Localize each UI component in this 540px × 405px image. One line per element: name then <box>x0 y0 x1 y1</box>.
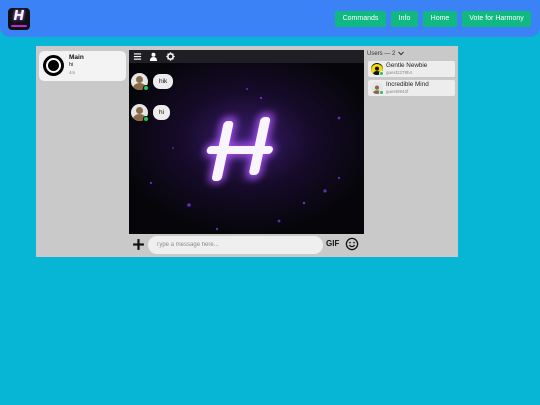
chevron-down-icon <box>398 51 404 56</box>
online-status-dot <box>379 71 384 76</box>
online-status-dot <box>143 116 149 122</box>
users-header-label: Users — 2 <box>367 51 396 58</box>
message-input[interactable] <box>148 236 323 254</box>
online-status-dot <box>379 90 384 95</box>
gear-icon[interactable] <box>166 52 175 61</box>
gif-button[interactable]: GIF <box>326 239 339 248</box>
server-last-message: hi <box>69 62 74 68</box>
chat-area: H hik hi <box>129 63 364 234</box>
user-id: guest0942f <box>386 89 409 94</box>
user-id: guest2279h4 <box>386 70 413 75</box>
emoji-icon[interactable] <box>345 237 359 251</box>
user-card[interactable]: Gentle Newbie guest2279h4 <box>368 61 455 77</box>
user-card[interactable]: Incredible Mind guest0942f <box>368 80 455 96</box>
logo-letter: H <box>13 9 25 24</box>
menu-icon[interactable] <box>133 52 142 61</box>
ring-icon <box>46 58 61 73</box>
main-panel: Main hi 4m hik hi Type a message here...… <box>36 46 458 257</box>
user-name: Gentle Newbie <box>386 62 428 69</box>
users-header[interactable]: Users — 2 <box>367 51 404 57</box>
top-bar: H Commands Info Home Vote for Harmony <box>0 0 540 37</box>
logo-stripe <box>11 25 27 27</box>
chat-toolbar <box>129 50 364 63</box>
user-name: Incredible Mind <box>386 81 429 88</box>
server-name: Main <box>69 54 84 61</box>
message-bubble: hik <box>153 74 174 89</box>
server-item-main[interactable]: Main hi 4m <box>39 51 126 81</box>
users-icon[interactable] <box>149 52 158 61</box>
server-timestamp: 4m <box>69 70 76 75</box>
message-composer: GIF <box>129 234 364 257</box>
info-button[interactable]: Info <box>391 11 418 27</box>
commands-button[interactable]: Commands <box>335 11 386 27</box>
online-status-dot <box>143 85 149 91</box>
home-button[interactable]: Home <box>423 11 457 27</box>
server-icon <box>43 55 64 76</box>
app-logo[interactable]: H <box>8 8 30 30</box>
vote-button[interactable]: Vote for Harmony <box>462 11 531 27</box>
plus-icon[interactable] <box>132 238 145 251</box>
message-bubble: hi <box>153 105 171 120</box>
